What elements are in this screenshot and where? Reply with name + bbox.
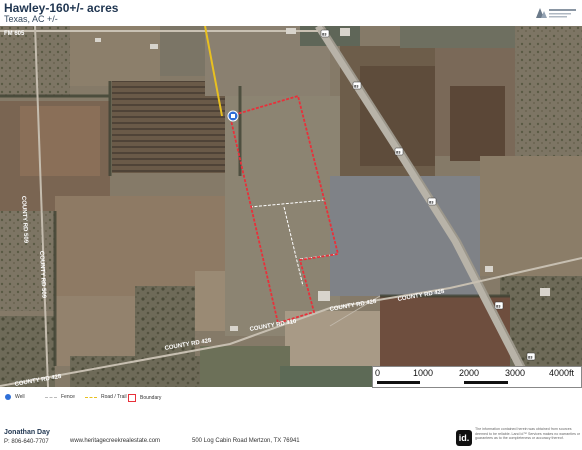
legend-label-road-trail: Road / Trail (101, 394, 127, 400)
label-fm605: FM 605 (4, 31, 25, 37)
legend-item-road-trail: Road / Trail (85, 394, 127, 400)
map-title: Hawley-160+/- acres (4, 1, 119, 15)
legend-item-well: Well (5, 394, 25, 400)
legend-label-fence: Fence (61, 394, 75, 400)
road-trail-icon (85, 396, 97, 398)
highway-shield-icon: 83 (494, 301, 504, 310)
satellite-map[interactable]: FM 605 COUNTY RD 509 COUNTY RD 509 COUNT… (0, 26, 582, 387)
scale-track (377, 381, 551, 384)
agent-name: Jonathan Day (4, 429, 50, 436)
scale-label-4000ft: 4000ft (549, 368, 575, 378)
legend-item-fence: Fence (45, 394, 75, 400)
svg-text:83: 83 (429, 200, 434, 205)
well-marker-icon[interactable] (227, 110, 239, 122)
svg-text:83: 83 (354, 84, 359, 89)
map-header: Hawley-160+/- acres Texas, AC +/- (0, 0, 582, 26)
scale-label-2000: 2000 (459, 368, 480, 378)
scale-label-3000: 3000 (505, 368, 526, 378)
field-parcels (0, 26, 582, 387)
map-footer: Jonathan Day P: 806-640-7707 www.heritag… (0, 424, 582, 450)
scale-label-1000: 1000 (413, 368, 434, 378)
agent-phone: P: 806-640-7707 (4, 439, 49, 445)
highway-shield-icon: 83 (427, 197, 437, 206)
website-link[interactable]: www.heritagecreekrealestate.com (70, 438, 160, 444)
map-canvas[interactable]: FM 605 COUNTY RD 509 COUNTY RD 509 COUNT… (0, 26, 582, 387)
highway-shield-icon: 83 (526, 352, 536, 361)
land-id-logo-icon: id. (456, 430, 472, 446)
well-icon (5, 394, 11, 400)
legend-item-boundary: Boundary (128, 394, 161, 402)
disclaimer-text: The information contained herein was obt… (475, 427, 581, 440)
highway-shield-icon: 83 (394, 147, 404, 156)
map-legend: Well Fence Road / Trail Boundary (0, 392, 582, 406)
svg-text:83: 83 (396, 150, 401, 155)
scale-label-0: 0 (375, 368, 381, 378)
map-subtitle: Texas, AC +/- (4, 14, 58, 24)
highway-shield-icon: 83 (320, 29, 330, 38)
svg-text:83: 83 (528, 355, 533, 360)
boundary-icon (128, 394, 136, 402)
scale-bar: 0 1000 2000 3000 4000ft (372, 366, 582, 388)
svg-text:83: 83 (496, 304, 501, 309)
fence-line-icon (45, 396, 57, 398)
svg-text:83: 83 (322, 32, 327, 37)
brand-logo-icon (536, 8, 576, 18)
office-address: 500 Log Cabin Road Mertzon, TX 76941 (192, 438, 300, 444)
legend-label-boundary: Boundary (140, 395, 162, 401)
legend-label-well: Well (15, 394, 25, 400)
highway-shield-icon: 83 (352, 81, 362, 90)
